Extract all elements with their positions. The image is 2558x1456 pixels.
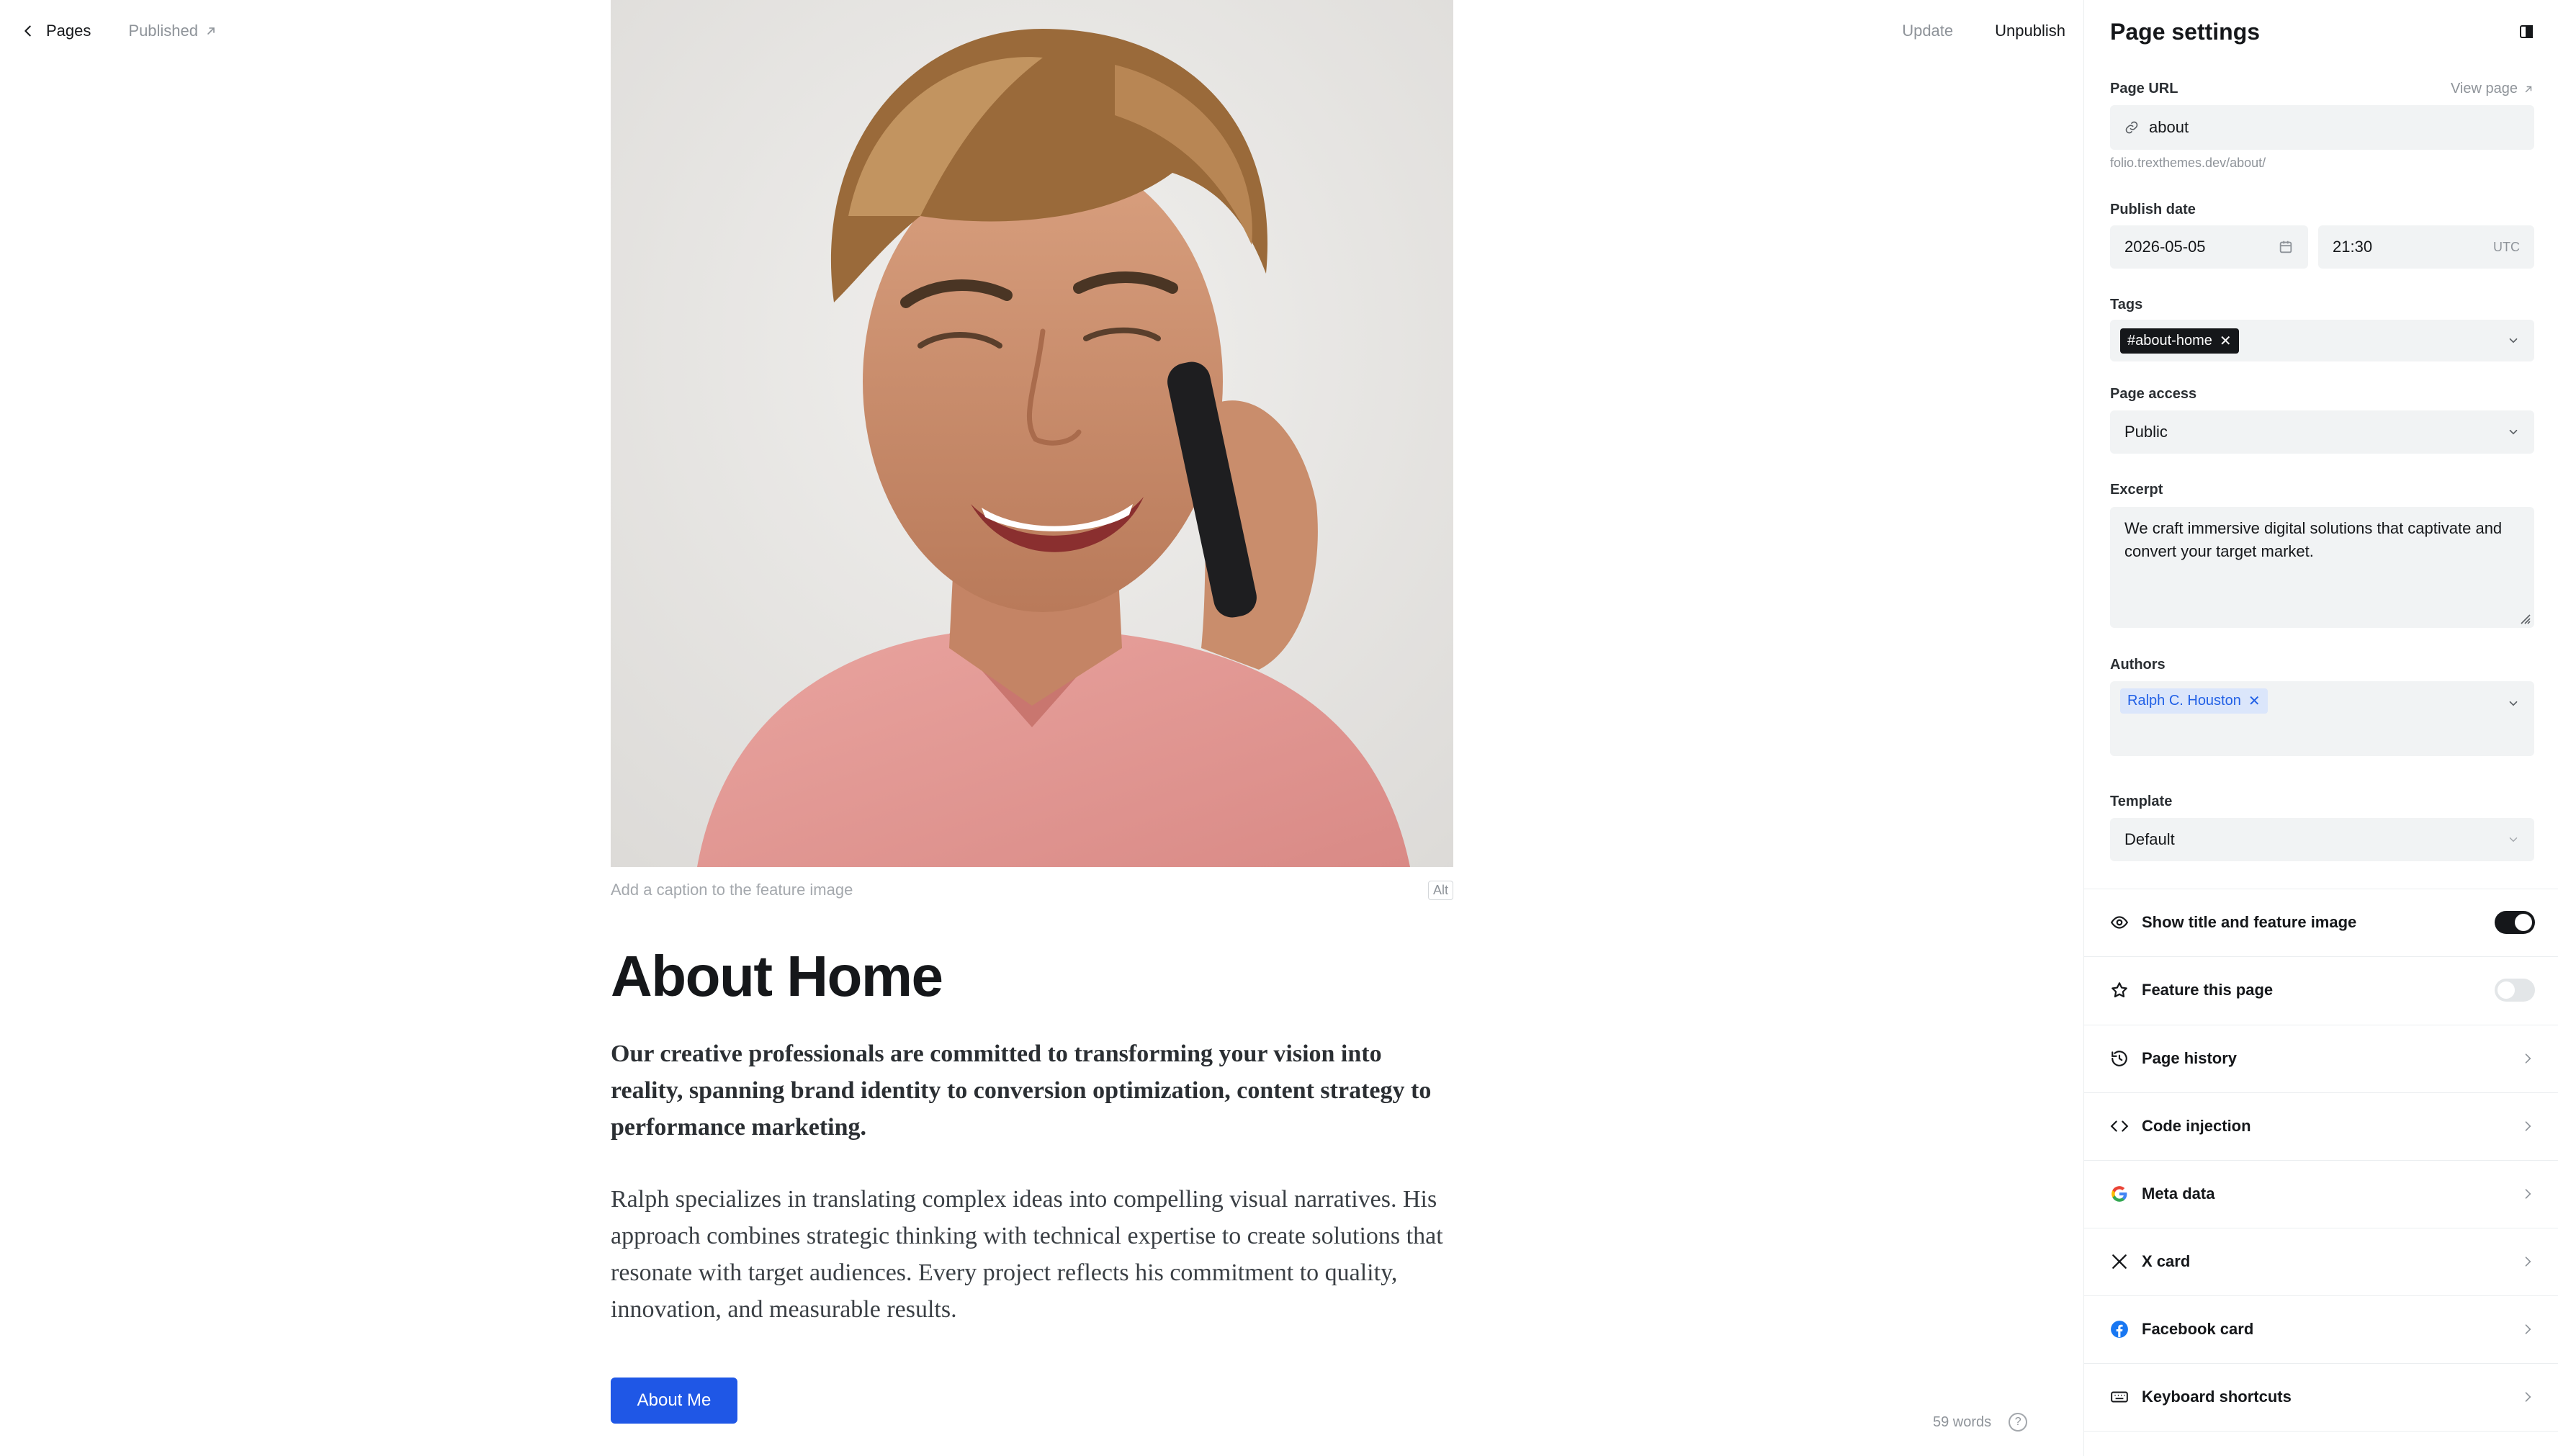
chevron-down-icon[interactable]: [2507, 697, 2520, 710]
page-url-hint: folio.trexthemes.dev/about/: [2110, 156, 2266, 170]
authors-select[interactable]: Ralph C. Houston ✕: [2110, 681, 2534, 756]
page-lead-paragraph[interactable]: Our creative professionals are committed…: [611, 1035, 1453, 1146]
chevron-right-icon: [2525, 1392, 2531, 1402]
update-button[interactable]: Update: [1902, 22, 1953, 40]
authors-label: Authors: [2110, 657, 2166, 673]
settings-sidebar: Page settings Page URL View page about f…: [2083, 0, 2558, 1456]
feature-photo: [611, 0, 1453, 867]
show-title-label: Show title and feature image: [2142, 913, 2357, 931]
chevron-right-icon: [2525, 1257, 2531, 1267]
author-chip-label: Ralph C. Houston: [2127, 693, 2241, 709]
code-icon: [2110, 1117, 2129, 1136]
eye-icon: [2110, 913, 2129, 932]
menu-item-page-history[interactable]: Page history: [2110, 1025, 2535, 1092]
page-title[interactable]: About Home: [611, 943, 1453, 1010]
menu-item-label: Meta data: [2142, 1185, 2215, 1203]
publish-date-value: 2026-05-05: [2124, 238, 2206, 256]
chevron-right-icon: [2525, 1324, 2531, 1334]
menu-item-label: Code injection: [2142, 1117, 2251, 1135]
tags-select[interactable]: #about-home ✕: [2110, 320, 2534, 361]
publish-date-input[interactable]: 2026-05-05: [2110, 225, 2308, 269]
sidebar-toggle-icon[interactable]: [2518, 23, 2535, 40]
page-access-value: Public: [2124, 423, 2168, 441]
excerpt-value: We craft immersive digital solutions tha…: [2124, 519, 2503, 560]
template-value: Default: [2124, 830, 2175, 848]
feature-page-switch[interactable]: [2495, 979, 2535, 1002]
tag-chip-label: #about-home: [2127, 332, 2212, 349]
back-label: Pages: [46, 22, 91, 40]
chevron-down-icon: [2509, 837, 2518, 842]
page-url-label: Page URL: [2110, 81, 2178, 96]
sidebar-header: Page settings: [2110, 16, 2535, 48]
menu-item-code-injection[interactable]: Code injection: [2110, 1092, 2535, 1160]
excerpt-label: Excerpt: [2110, 482, 2163, 498]
topbar-left: Pages Published: [20, 17, 217, 45]
menu-item-label: Page history: [2142, 1049, 2238, 1067]
chevron-right-icon: [2525, 1121, 2531, 1131]
history-icon: [2110, 1049, 2129, 1068]
topbar-actions: Update Unpublish: [1902, 17, 2065, 45]
calendar-icon[interactable]: [2278, 239, 2294, 255]
keyboard-icon: [2110, 1388, 2129, 1406]
divider: [2084, 1431, 2558, 1432]
publish-date-label: Publish date: [2110, 202, 2196, 217]
chevron-down-icon[interactable]: [2507, 334, 2520, 347]
menu-item-x-card[interactable]: X card: [2110, 1228, 2535, 1295]
feature-page-toggle-row[interactable]: Feature this page: [2110, 956, 2535, 1024]
timezone-label: UTC: [2493, 239, 2520, 254]
publish-time-value: 21:30: [2333, 238, 2373, 256]
resize-grip-icon[interactable]: [2517, 611, 2531, 625]
show-title-switch[interactable]: [2495, 911, 2535, 934]
tags-label: Tags: [2110, 297, 2143, 313]
remove-tag-icon[interactable]: ✕: [2220, 332, 2232, 350]
feature-image[interactable]: [611, 0, 1453, 867]
template-label: Template: [2110, 794, 2173, 809]
chevron-right-icon: [2525, 1189, 2531, 1199]
chevron-right-icon: [2525, 1053, 2531, 1064]
google-icon: [2110, 1185, 2129, 1203]
template-select[interactable]: Default: [2110, 818, 2534, 861]
arrow-up-right-icon: [207, 27, 215, 35]
caption-input[interactable]: Add a caption to the feature image: [611, 881, 853, 899]
status-label: Published: [128, 22, 199, 40]
menu-item-keyboard-shortcuts[interactable]: Keyboard shortcuts: [2110, 1363, 2535, 1431]
menu-item-label: Keyboard shortcuts: [2142, 1388, 2292, 1406]
page-access-label: Page access: [2110, 386, 2197, 402]
show-title-toggle-row[interactable]: Show title and feature image: [2110, 889, 2535, 956]
link-icon: [2125, 121, 2138, 134]
star-icon: [2110, 981, 2129, 999]
page-body-paragraph[interactable]: Ralph specializes in translating complex…: [611, 1181, 1453, 1328]
tag-chip[interactable]: #about-home ✕: [2120, 328, 2239, 354]
facebook-icon: [2110, 1320, 2129, 1339]
word-count-label: 59 words: [1933, 1414, 1992, 1430]
page-access-select[interactable]: Public: [2110, 410, 2534, 454]
back-to-pages-button[interactable]: Pages: [20, 22, 91, 40]
chevron-down-icon: [2509, 429, 2518, 435]
view-page-label: View page: [2450, 81, 2518, 96]
about-me-button[interactable]: About Me: [611, 1378, 737, 1424]
help-icon[interactable]: ?: [2009, 1413, 2028, 1432]
x-icon: [2110, 1252, 2129, 1271]
chevron-left-icon: [24, 25, 31, 37]
menu-item-facebook-card[interactable]: Facebook card: [2110, 1295, 2535, 1363]
unpublish-button[interactable]: Unpublish: [1995, 22, 2065, 40]
menu-item-meta-data[interactable]: Meta data: [2110, 1160, 2535, 1228]
word-count: 59 words ?: [1933, 1413, 2028, 1432]
feature-page-label: Feature this page: [2142, 981, 2274, 999]
view-page-link[interactable]: View page: [2451, 81, 2534, 97]
menu-item-label: X card: [2142, 1252, 2191, 1270]
alt-text-button[interactable]: Alt: [1427, 880, 1453, 900]
publish-time-input[interactable]: 21:30 UTC: [2318, 225, 2534, 269]
remove-author-icon[interactable]: ✕: [2248, 692, 2261, 710]
arrow-up-right-icon: [2525, 86, 2532, 92]
sidebar-title: Page settings: [2110, 18, 2261, 45]
menu-item-label: Facebook card: [2142, 1320, 2254, 1338]
caption-row: Add a caption to the feature image Alt: [611, 878, 1453, 902]
page-url-value: about: [2149, 118, 2189, 136]
excerpt-textarea[interactable]: We craft immersive digital solutions tha…: [2110, 507, 2534, 628]
author-chip[interactable]: Ralph C. Houston ✕: [2120, 688, 2268, 714]
page-url-input[interactable]: about: [2110, 105, 2534, 150]
published-status-link[interactable]: Published: [128, 22, 217, 40]
